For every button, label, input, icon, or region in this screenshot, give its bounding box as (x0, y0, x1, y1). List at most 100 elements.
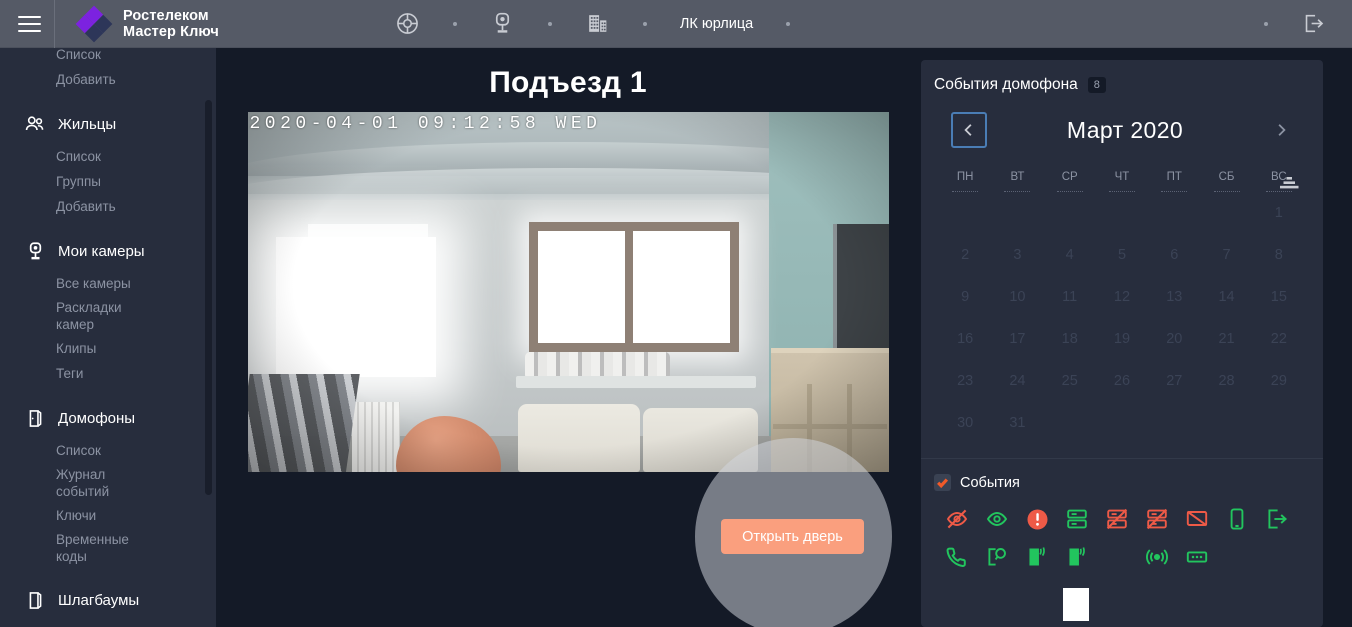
calendar-day-cell[interactable]: 24 (991, 360, 1043, 402)
tooltip-placeholder[interactable] (1097, 538, 1137, 576)
sidebar-subitem-residents-add[interactable]: Добавить (0, 194, 216, 219)
hamburger-menu-icon[interactable] (8, 0, 50, 48)
top-navigation-bar: Ростелеком Мастер Ключ ЛК юрлица (0, 0, 1352, 48)
brand-line-2: Мастер Ключ (123, 23, 219, 40)
nav-separator-dot (1264, 21, 1268, 26)
calendar-day-cell[interactable]: 16 (939, 318, 991, 360)
sidebar-item-barriers[interactable]: Шлагбаумы (0, 580, 216, 620)
sidebar-item-intercoms[interactable]: Домофоны (0, 398, 216, 438)
calendar-day-cell[interactable]: 14 (1200, 276, 1252, 318)
sidebar-item-label: Жильцы (58, 115, 117, 133)
calendar-next-month-button[interactable] (1263, 112, 1299, 148)
nav-support-button[interactable] (383, 0, 432, 48)
sidebar-subitem-all-cameras[interactable]: Все камеры (0, 271, 216, 296)
rostelecom-logo-icon (74, 5, 114, 43)
sidebar-subitem-tags[interactable]: Теги (0, 361, 216, 386)
calendar-day-cell[interactable]: 1 (1253, 192, 1305, 234)
calendar-day-cell[interactable]: 26 (1096, 360, 1148, 402)
sidebar-item-label: Мои камеры (58, 242, 145, 260)
calendar-day-cell[interactable]: 13 (1148, 276, 1200, 318)
calendar-prev-month-button[interactable] (951, 112, 987, 148)
calendar-day-cell[interactable]: 10 (991, 276, 1043, 318)
calendar-grid: ПНВТСРЧТПТСБВС......12345678910111213141… (921, 148, 1323, 444)
calendar-day-cell[interactable]: 22 (1253, 318, 1305, 360)
nav-buildings-button[interactable] (573, 0, 622, 48)
sidebar-subitem-temp-codes[interactable]: Временные коды (0, 528, 129, 568)
camera-icon (24, 240, 46, 262)
events-checkbox-label: События (960, 474, 1020, 491)
calendar-day-cell[interactable]: 30 (939, 402, 991, 444)
sidebar-item-residents[interactable]: Жильцы (0, 104, 216, 144)
calendar-day-empty: . (1148, 192, 1200, 234)
calendar-day-cell[interactable]: 6 (1148, 234, 1200, 276)
topbar-divider (54, 0, 55, 48)
alert-circle-icon[interactable] (1017, 500, 1057, 538)
sidebar-scrollbar-thumb[interactable] (205, 100, 212, 495)
sidebar-subitem-clips[interactable]: Клипы (0, 336, 216, 361)
brand-logo[interactable]: Ростелеком Мастер Ключ (74, 5, 219, 43)
calendar-day-cell[interactable]: 21 (1200, 318, 1252, 360)
log-out-icon[interactable] (1257, 500, 1297, 538)
filter-icon[interactable] (1277, 172, 1301, 196)
calendar-day-cell[interactable]: 28 (1200, 360, 1252, 402)
calendar-day-cell[interactable]: 9 (939, 276, 991, 318)
calendar-day-cell[interactable]: 17 (991, 318, 1043, 360)
calendar-day-cell[interactable]: 5 (1096, 234, 1148, 276)
monitor-off-icon[interactable] (1177, 500, 1217, 538)
calendar-day-cell[interactable]: 8 (1253, 234, 1305, 276)
logout-button[interactable] (1289, 0, 1338, 48)
events-filter-row: События (921, 459, 1323, 491)
server-crossed-icon[interactable] (1137, 500, 1177, 538)
sidebar-subitem-residents-groups[interactable]: Группы (0, 169, 216, 194)
door-signal-icon[interactable] (1017, 538, 1057, 576)
camera-video-player[interactable]: 2020-04-01 09:12:58 WED (247, 112, 889, 472)
sidebar-group-barriers: Шлагбаумы (0, 580, 216, 620)
sidebar-item-label: Домофоны (58, 409, 136, 427)
calendar-day-cell[interactable]: 29 (1253, 360, 1305, 402)
smartphone-icon[interactable] (1217, 500, 1257, 538)
nav-cameras-button[interactable] (478, 0, 527, 48)
wifi-signal-icon[interactable] (1137, 538, 1177, 576)
sidebar-subitem-intercom-list[interactable]: Список (0, 438, 216, 463)
calendar-day-cell[interactable]: 11 (1044, 276, 1096, 318)
calendar-day-cell[interactable]: 12 (1096, 276, 1148, 318)
calendar-day-cell[interactable]: 7 (1200, 234, 1252, 276)
door-message-icon[interactable] (977, 538, 1017, 576)
server-icon[interactable] (1057, 500, 1097, 538)
calendar-day-cell[interactable]: 20 (1148, 318, 1200, 360)
calendar-day-cell[interactable]: 27 (1148, 360, 1200, 402)
nav-legal-account-link[interactable]: ЛК юрлица (668, 0, 765, 48)
calendar-day-cell[interactable]: 31 (991, 402, 1043, 444)
calendar-day-cell[interactable]: 25 (1044, 360, 1096, 402)
eye-off-icon[interactable] (937, 500, 977, 538)
door-signal-alt-icon[interactable] (1057, 538, 1097, 576)
sidebar-subitem-employees-add[interactable]: Добавить (0, 67, 216, 92)
sidebar-item-my-cameras[interactable]: Мои камеры (0, 231, 216, 271)
calendar-day-cell[interactable]: 18 (1044, 318, 1096, 360)
event-type-filter-icons (921, 491, 1323, 576)
sidebar-group-cameras: Мои камеры Все камеры Раскладки камер Кл… (0, 231, 216, 386)
calendar-day-cell[interactable]: 23 (939, 360, 991, 402)
eye-icon[interactable] (977, 500, 1017, 538)
sidebar-subitem-event-log[interactable]: Журнал событий (0, 463, 109, 503)
sidebar-subitem-camera-layouts[interactable]: Раскладки камер (0, 296, 122, 336)
open-door-button[interactable]: Открыть дверь (721, 519, 864, 554)
calendar-day-cell[interactable]: 4 (1044, 234, 1096, 276)
calendar-day-cell[interactable]: 2 (939, 234, 991, 276)
events-checkbox[interactable] (934, 474, 951, 491)
calendar-weekday-header: ПН (952, 162, 979, 192)
sidebar-subitem-employees-list[interactable]: Список (0, 48, 216, 67)
server-off-icon[interactable] (1097, 500, 1137, 538)
sidebar-subitem-residents-list[interactable]: Список (0, 144, 216, 169)
keypad-icon[interactable] (1177, 538, 1217, 576)
logout-icon (1301, 11, 1326, 36)
barrier-icon (24, 589, 46, 611)
phone-call-icon[interactable] (937, 538, 977, 576)
sidebar-subitem-keys[interactable]: Ключи (0, 503, 216, 528)
sidebar-scroll-content: Сотрудники Список Добавить Жильцы (0, 48, 216, 620)
calendar-day-cell[interactable]: 19 (1096, 318, 1148, 360)
calendar-day-cell[interactable]: 3 (991, 234, 1043, 276)
calendar-weekday-header: ЧТ (1108, 162, 1135, 192)
calendar-day-cell[interactable]: 15 (1253, 276, 1305, 318)
